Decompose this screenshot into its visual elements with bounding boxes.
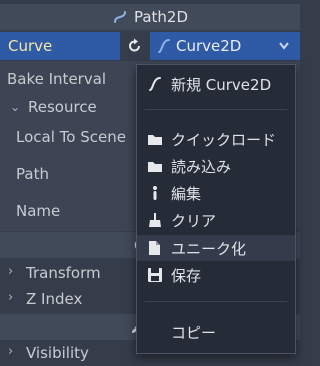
- curve-resource-picker[interactable]: Curve2D: [150, 32, 300, 60]
- menu-item-make-unique[interactable]: ユニーク化: [137, 235, 295, 261]
- resource-context-menu: 新規 Curve2D クイックロード 読み込み 編集 クリア ユニーク化 保存 …: [136, 64, 296, 354]
- curve-property-label: Curve: [0, 32, 120, 60]
- revert-icon: [129, 38, 140, 52]
- chevron-right-icon: ›: [8, 264, 14, 279]
- save-icon: [145, 267, 165, 283]
- folder-icon: [145, 131, 165, 147]
- name-label: Name: [16, 202, 61, 220]
- menu-item-label: ユニーク化: [171, 239, 247, 258]
- section-header-path2d: Path2D: [0, 4, 300, 30]
- menu-item-label: コピー: [171, 323, 217, 342]
- chevron-down-icon: [279, 42, 289, 50]
- chevron-right-icon: ›: [8, 290, 14, 305]
- resource-group-label[interactable]: Resource: [28, 98, 97, 116]
- local-to-scene-label: Local To Scene: [16, 128, 126, 146]
- menu-item-label: 読み込み: [171, 157, 232, 176]
- clear-icon: [145, 212, 165, 228]
- curve2d-icon: [145, 76, 165, 92]
- group-z-index-label: Z Index: [26, 290, 83, 308]
- menu-item-load[interactable]: 読み込み: [137, 153, 295, 179]
- menu-item-copy[interactable]: コピー: [137, 319, 295, 345]
- menu-item-label: クリア: [171, 211, 217, 230]
- section-header-title: Path2D: [133, 8, 189, 26]
- menu-item-quick-load[interactable]: クイックロード: [137, 126, 295, 152]
- chevron-down-icon[interactable]: ⌄: [10, 100, 20, 114]
- path2d-icon: [113, 11, 126, 23]
- menu-item-edit[interactable]: 編集: [137, 180, 295, 206]
- curve2d-icon: [158, 39, 170, 53]
- menu-item-label: クイックロード: [171, 130, 277, 149]
- duplicate-icon: [145, 240, 165, 256]
- menu-item-label: 編集: [171, 184, 202, 203]
- folder-icon: [145, 158, 165, 174]
- path-label: Path: [16, 165, 49, 183]
- menu-item-clear[interactable]: クリア: [137, 207, 295, 233]
- edit-icon: [145, 185, 165, 201]
- menu-separator: [145, 109, 287, 110]
- menu-item-save[interactable]: 保存: [137, 262, 295, 288]
- chevron-right-icon: ›: [8, 344, 14, 359]
- bake-interval-label: Bake Interval: [7, 70, 107, 88]
- menu-item-label: 新規 Curve2D: [171, 75, 272, 94]
- menu-item-new-curve2d[interactable]: 新規 Curve2D: [137, 71, 295, 97]
- menu-item-label: 保存: [171, 266, 202, 285]
- curve-resource-name: Curve2D: [176, 37, 242, 55]
- curve-property-row: Curve Curve2D: [0, 32, 300, 60]
- group-transform-label: Transform: [26, 264, 101, 282]
- revert-button[interactable]: [124, 36, 146, 56]
- menu-separator: [145, 301, 287, 302]
- group-visibility-label: Visibility: [26, 344, 89, 362]
